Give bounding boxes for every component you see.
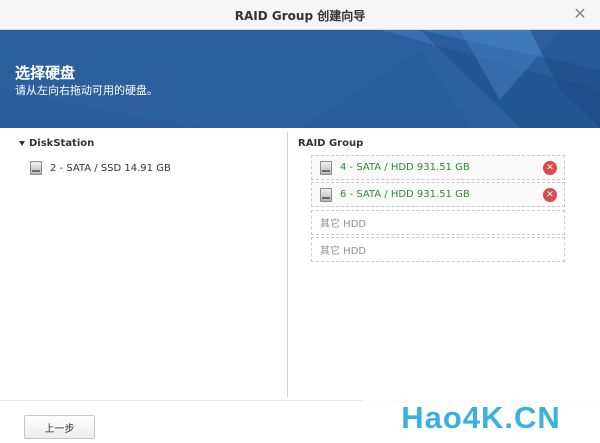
available-disks-pane: DiskStation 2 - SATA / SSD 14.91 GB (0, 128, 288, 400)
collapse-arrow-icon[interactable] (19, 141, 25, 146)
watermark-logo: Hao4K.CN (362, 392, 600, 443)
raid-disk-slot[interactable]: 4 - SATA / HDD 931.51 GB ✕ (311, 155, 565, 180)
wizard-banner: 选择硬盘 请从左向右拖动可用的硬盘。 (0, 30, 600, 128)
raid-disk-slot[interactable]: 6 - SATA / HDD 931.51 GB ✕ (311, 182, 565, 207)
back-button[interactable]: 上一步 (24, 415, 95, 439)
raid-disk-label: 6 - SATA / HDD 931.51 GB (340, 189, 470, 200)
diskstation-label: DiskStation (29, 138, 95, 149)
raid-group-pane: RAID Group 4 - SATA / HDD 931.51 GB ✕ 6 … (288, 128, 600, 400)
disk-icon (320, 187, 332, 202)
raid-group-header: RAID Group (298, 138, 364, 149)
banner-background (0, 30, 600, 128)
remove-disk-icon[interactable]: ✕ (543, 188, 557, 202)
close-icon[interactable]: ✕ (570, 4, 590, 24)
empty-slot-label: 其它 HDD (320, 246, 367, 257)
disk-icon (30, 161, 42, 175)
empty-disk-slot[interactable]: 其它 HDD (311, 237, 565, 262)
empty-slot-label: 其它 HDD (320, 219, 367, 230)
disk-icon (320, 160, 332, 175)
window-title: RAID Group 创建向导 (234, 9, 366, 23)
raid-disk-label: 4 - SATA / HDD 931.51 GB (340, 162, 470, 173)
disk-label: 2 - SATA / SSD 14.91 GB (50, 162, 171, 174)
banner-subtitle: 请从左向右拖动可用的硬盘。 (15, 84, 158, 97)
window-titlebar: RAID Group 创建向导 ✕ (0, 0, 600, 30)
available-disk-item[interactable]: 2 - SATA / SSD 14.91 GB (30, 160, 171, 176)
remove-disk-icon[interactable]: ✕ (543, 161, 557, 175)
diskstation-tree-header[interactable]: DiskStation (19, 138, 94, 149)
empty-disk-slot[interactable]: 其它 HDD (311, 210, 565, 235)
banner-title: 选择硬盘 (15, 64, 76, 82)
